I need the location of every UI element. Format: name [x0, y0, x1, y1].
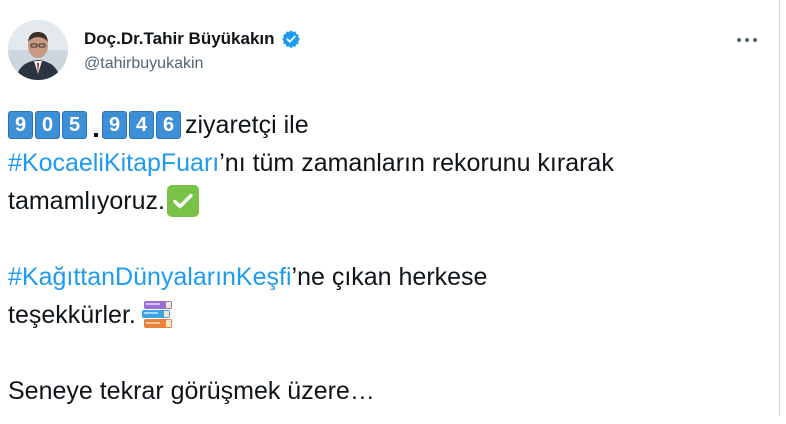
more-options-icon	[753, 38, 757, 42]
check-mark-emoji-icon	[166, 185, 199, 217]
line6-text: Seneye tekrar görüşmek üzere…	[8, 377, 375, 405]
tweet-line-5: teşekkürler.	[8, 296, 768, 334]
more-options-icon	[745, 38, 749, 42]
visitor-count-keycaps: 9 0 5 9 4 6	[8, 111, 183, 139]
thousands-separator	[89, 111, 102, 139]
hashtag-link[interactable]: #KağıttanDünyalarınKeşfi	[8, 258, 292, 296]
books-emoji-icon	[141, 301, 172, 328]
tweet-line-4: #KağıttanDünyalarınKeşfi’ne çıkan herkes…	[8, 258, 768, 296]
keycap-digit: 9	[102, 111, 127, 139]
line5-text: teşekkürler.	[8, 301, 136, 329]
line4-text: ’ne çıkan herkese	[291, 263, 488, 291]
author-block: Doç.Dr.Tahir Büyükakın @tahirbuyukakin	[84, 28, 301, 73]
tweet-line-1: 9 0 5 9 4 6 ziyaretçi ile	[8, 106, 768, 144]
tweet-card: Doç.Dr.Tahir Büyükakın @tahirbuyukakin 9…	[0, 0, 786, 424]
keycap-digit: 5	[62, 111, 87, 139]
tweet-text: 9 0 5 9 4 6 ziyaretçi ile #KocaeliKitapF…	[8, 106, 768, 410]
tweet-line-2: #KocaeliKitapFuarı’nı tüm zamanların rek…	[8, 144, 768, 182]
card-divider	[779, 0, 780, 416]
keycap-digit: 6	[156, 111, 181, 139]
avatar-photo-icon	[8, 20, 68, 80]
tweet-line-6: Seneye tekrar görüşmek üzere…	[8, 372, 768, 410]
keycap-digit: 4	[129, 111, 154, 139]
line2-text: ’nı tüm zamanların rekorunu kırarak	[219, 149, 614, 177]
more-options-button[interactable]	[732, 30, 762, 50]
keycap-digit: 9	[8, 111, 33, 139]
more-options-icon	[737, 38, 741, 42]
line3-text: tamamlıyoruz.	[8, 187, 165, 215]
avatar[interactable]	[8, 20, 68, 80]
tweet-line-3: tamamlıyoruz.	[8, 182, 768, 220]
line1-text: ziyaretçi ile	[185, 111, 309, 139]
verified-badge-icon	[281, 30, 300, 49]
hashtag-link[interactable]: #KocaeliKitapFuarı	[8, 144, 219, 182]
name-row: Doç.Dr.Tahir Büyükakın	[84, 28, 301, 50]
display-name[interactable]: Doç.Dr.Tahir Büyükakın	[84, 29, 275, 49]
author-handle[interactable]: @tahirbuyukakin	[84, 55, 301, 73]
keycap-digit: 0	[35, 111, 60, 139]
